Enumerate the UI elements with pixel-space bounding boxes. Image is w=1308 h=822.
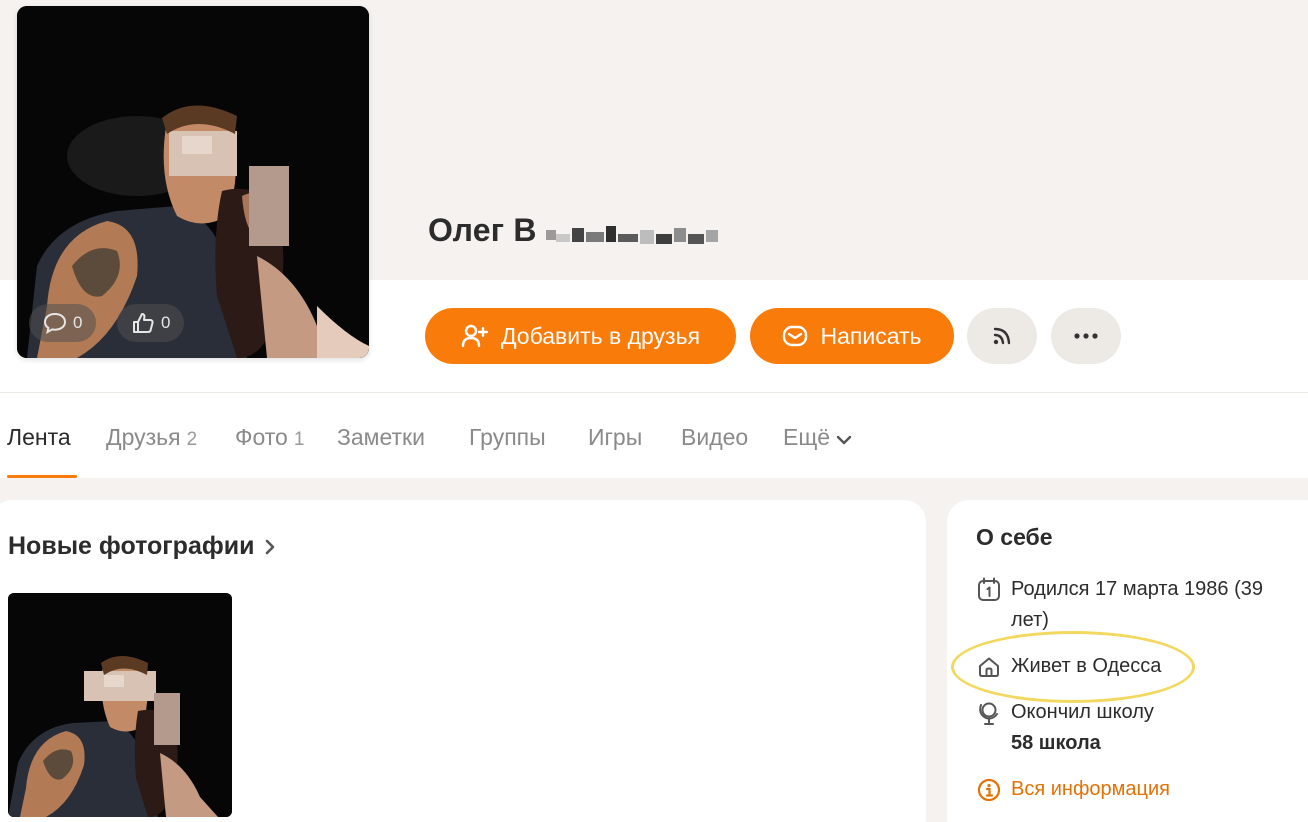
about-title: О себе bbox=[976, 524, 1053, 550]
photo-image bbox=[8, 593, 232, 817]
photo-thumbnail[interactable] bbox=[8, 593, 232, 817]
active-tab-indicator bbox=[7, 475, 77, 478]
tab-friends[interactable]: Друзья 2 bbox=[106, 424, 197, 451]
about-school-row: Окончил школу 58 школа bbox=[976, 697, 1301, 759]
tab-feed-label: Лента bbox=[7, 424, 71, 450]
profile-name: Олег В bbox=[428, 212, 537, 248]
add-friend-button[interactable]: Добавить в друзья bbox=[425, 308, 736, 364]
more-dots-icon bbox=[1074, 333, 1098, 339]
profile-avatar[interactable]: 0 0 bbox=[17, 6, 369, 358]
name-pixelation bbox=[546, 226, 718, 244]
add-friend-icon bbox=[461, 324, 489, 348]
tab-groups-label: Группы bbox=[469, 424, 546, 450]
chevron-right-icon bbox=[266, 539, 275, 554]
mail-icon bbox=[783, 325, 808, 347]
more-actions-button[interactable] bbox=[1051, 308, 1121, 364]
new-photos-title[interactable]: Новые фотографии bbox=[8, 532, 276, 561]
tab-friends-count: 2 bbox=[186, 429, 198, 450]
about-birth: Родился 17 марта 1986 (39 лет) bbox=[1011, 578, 1263, 631]
tab-groups[interactable]: Группы bbox=[469, 424, 546, 451]
tab-games[interactable]: Игры bbox=[588, 424, 642, 451]
all-info-link[interactable]: Вся информация bbox=[976, 774, 1301, 805]
about-birth-row: Родился 17 марта 1986 (39 лет) bbox=[976, 574, 1301, 636]
write-message-label: Написать bbox=[820, 322, 922, 349]
chevron-down-icon bbox=[836, 435, 852, 445]
avatar-comments-count[interactable]: 0 bbox=[29, 304, 97, 342]
subscribe-button[interactable] bbox=[967, 308, 1037, 364]
about-school-prefix: Окончил школу bbox=[1011, 701, 1154, 723]
thumbs-up-icon bbox=[133, 313, 154, 333]
tab-friends-label: Друзья bbox=[106, 424, 181, 450]
comment-icon bbox=[43, 312, 67, 334]
add-friend-label: Добавить в друзья bbox=[500, 322, 701, 349]
tab-feed[interactable]: Лента bbox=[7, 424, 71, 451]
tab-photos-label: Фото bbox=[235, 424, 288, 450]
tab-notes-label: Заметки bbox=[337, 424, 425, 450]
avatar-likes-count[interactable]: 0 bbox=[117, 304, 185, 342]
info-icon bbox=[976, 774, 1002, 805]
likes-count: 0 bbox=[161, 313, 171, 332]
write-message-button[interactable]: Написать bbox=[750, 308, 954, 364]
tab-games-label: Игры bbox=[588, 424, 643, 450]
rss-icon bbox=[993, 327, 1011, 345]
tab-more-label: Ещё bbox=[783, 424, 831, 450]
all-info-label: Вся информация bbox=[1011, 778, 1170, 800]
about-school-name: 58 школа bbox=[1011, 732, 1101, 754]
comments-count: 0 bbox=[73, 313, 83, 332]
tab-photos-count: 1 bbox=[293, 429, 305, 450]
tab-notes[interactable]: Заметки bbox=[337, 424, 425, 451]
tab-video-label: Видео bbox=[681, 424, 749, 450]
tab-more[interactable]: Ещё bbox=[783, 424, 852, 451]
calendar-icon bbox=[976, 574, 1002, 605]
tab-video[interactable]: Видео bbox=[681, 424, 748, 451]
tab-photos[interactable]: Фото 1 bbox=[235, 424, 304, 451]
globe-icon bbox=[976, 697, 1002, 728]
new-photos-label: Новые фотографии bbox=[8, 532, 255, 560]
city-highlight-ellipse bbox=[951, 631, 1195, 703]
